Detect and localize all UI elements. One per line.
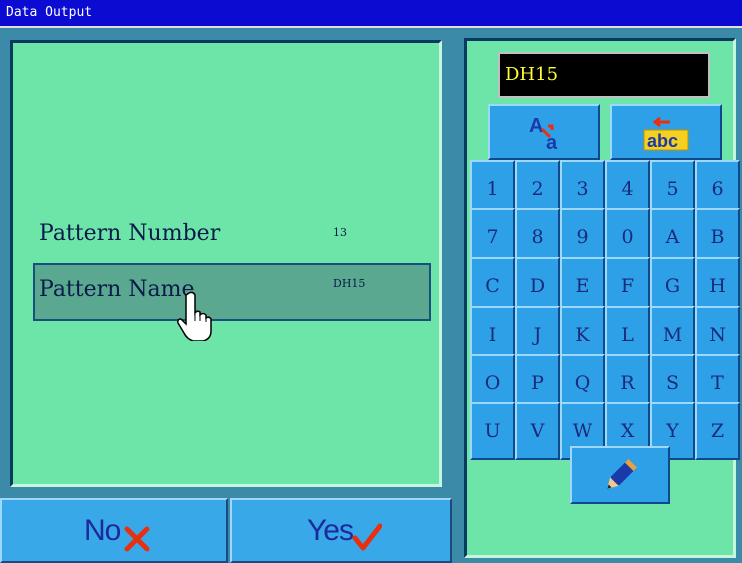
svg-text:a: a — [546, 132, 558, 152]
input-text: DH15 — [505, 64, 559, 85]
pattern-number-value: 13 — [333, 226, 347, 239]
no-label: No — [84, 514, 121, 547]
backspace-icon: abc — [643, 116, 689, 151]
backspace-button[interactable]: abc — [610, 104, 722, 160]
cross-icon — [124, 526, 150, 552]
pattern-name-value: DH15 — [333, 277, 366, 290]
pattern-name-row[interactable]: Pattern Name DH15 — [33, 263, 431, 321]
no-button[interactable]: No — [0, 498, 228, 563]
key-z[interactable]: Z — [695, 402, 740, 460]
left-panel: Pattern Number 13 Pattern Name DH15 No Y… — [0, 28, 452, 563]
yes-button[interactable]: Yes — [230, 498, 452, 563]
bottom-button-row: No Yes — [0, 498, 452, 563]
yes-label: Yes — [307, 514, 354, 547]
field-area: Pattern Number 13 Pattern Name DH15 — [10, 40, 442, 487]
title-bar: Data Output — [0, 0, 742, 28]
svg-text:abc: abc — [647, 131, 678, 151]
case-toggle-icon: A a — [529, 115, 558, 152]
text-input-display[interactable]: DH15 — [498, 52, 710, 98]
edit-button[interactable] — [570, 446, 670, 504]
case-toggle-button[interactable]: A a — [488, 104, 600, 160]
key-v[interactable]: V — [515, 402, 560, 460]
window-title: Data Output — [6, 5, 93, 20]
key-u[interactable]: U — [470, 402, 515, 460]
pencil-icon — [607, 459, 637, 489]
svg-text:A: A — [529, 115, 543, 137]
pattern-name-label: Pattern Name — [39, 277, 195, 302]
hand-pointer-icon — [177, 291, 212, 341]
pattern-number-label: Pattern Number — [39, 221, 221, 246]
checkmark-icon — [352, 523, 382, 551]
